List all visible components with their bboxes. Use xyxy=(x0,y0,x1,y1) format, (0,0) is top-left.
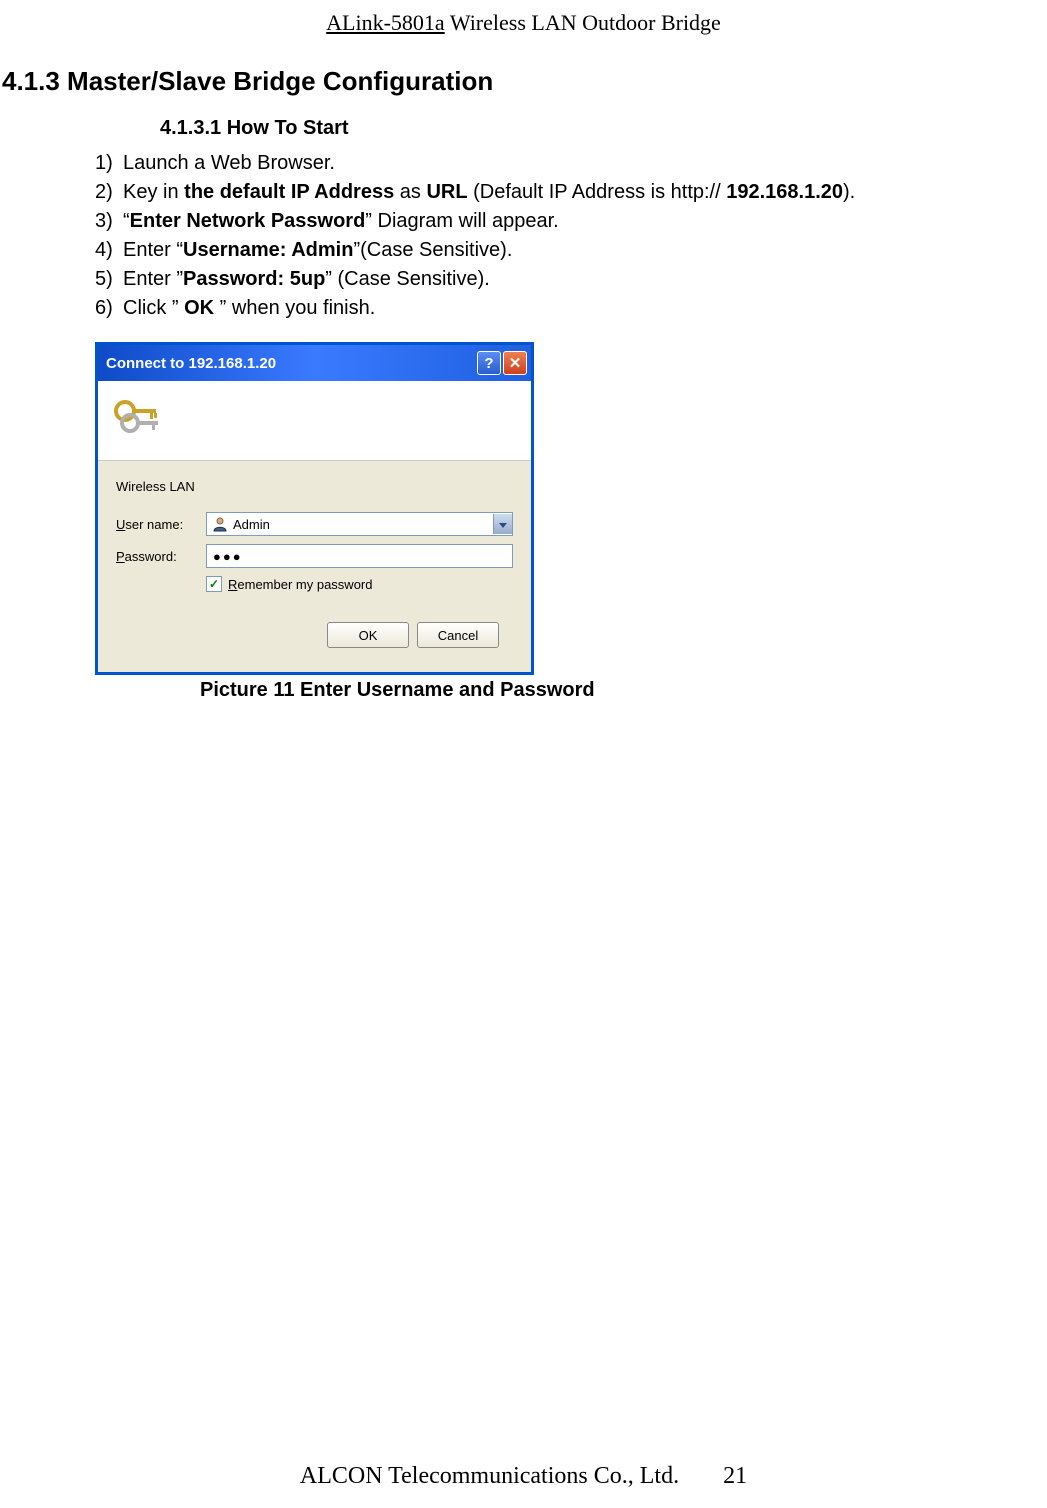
step-item: 3)“Enter Network Password” Diagram will … xyxy=(95,208,1047,235)
realm-label: Wireless LAN xyxy=(116,479,513,494)
company-name: ALCON Telecommunications Co., Ltd. xyxy=(300,1463,679,1489)
step-number: 1) xyxy=(95,150,123,177)
titlebar: Connect to 192.168.1.20 ? ✕ xyxy=(98,345,531,381)
product-subtitle: Wireless LAN Outdoor Bridge xyxy=(450,10,721,35)
connect-dialog: Connect to 192.168.1.20 ? ✕ xyxy=(95,342,534,675)
close-icon: ✕ xyxy=(509,354,522,372)
step-number: 4) xyxy=(95,237,123,264)
remember-checkbox[interactable]: ✓ xyxy=(206,576,222,592)
step-item: 6)Click ” OK ” when you finish. xyxy=(95,295,1047,322)
dialog-screenshot: Connect to 192.168.1.20 ? ✕ xyxy=(95,342,1047,702)
cancel-button[interactable]: Cancel xyxy=(417,622,499,648)
key-banner xyxy=(98,381,531,461)
check-icon: ✓ xyxy=(209,577,219,591)
step-item: 4)Enter “Username: Admin”(Case Sensitive… xyxy=(95,237,1047,264)
step-number: 6) xyxy=(95,295,123,322)
section-heading: 4.1.3 Master/Slave Bridge Configuration xyxy=(2,66,1047,97)
help-button[interactable]: ? xyxy=(477,351,501,375)
keys-icon xyxy=(110,393,170,446)
remember-label: Remember my password xyxy=(228,577,373,592)
dropdown-arrow[interactable] xyxy=(493,514,512,534)
password-masked-value: ●●● xyxy=(213,549,243,564)
page-number: 21 xyxy=(723,1463,747,1489)
close-button[interactable]: ✕ xyxy=(503,351,527,375)
user-icon xyxy=(211,515,229,533)
step-item: 5)Enter ”Password: 5up” (Case Sensitive)… xyxy=(95,266,1047,293)
step-number: 5) xyxy=(95,266,123,293)
username-value: Admin xyxy=(233,517,493,532)
subsection-heading: 4.1.3.1 How To Start xyxy=(160,117,1047,140)
password-label: Password: xyxy=(116,549,206,564)
step-number: 3) xyxy=(95,208,123,235)
product-name: ALink-5801a xyxy=(326,10,445,35)
username-label: User name: xyxy=(116,517,206,532)
step-item: 1)Launch a Web Browser. xyxy=(95,150,1047,177)
footer: ALCON Telecommunications Co., Ltd. 21 xyxy=(0,1463,1047,1490)
chevron-down-icon xyxy=(499,517,507,532)
step-number: 2) xyxy=(95,179,123,206)
password-input[interactable]: ●●● xyxy=(206,544,513,568)
titlebar-text: Connect to 192.168.1.20 xyxy=(106,355,475,372)
steps-list: 1)Launch a Web Browser.2)Key in the defa… xyxy=(95,150,1047,322)
document-header: ALink-5801a Wireless LAN Outdoor Bridge xyxy=(0,0,1047,36)
step-item: 2)Key in the default IP Address as URL (… xyxy=(95,179,1047,206)
ok-button[interactable]: OK xyxy=(327,622,409,648)
help-icon: ? xyxy=(484,355,493,372)
figure-caption: Picture 11 Enter Username and Password xyxy=(200,679,1047,702)
username-input[interactable]: Admin xyxy=(206,512,513,536)
